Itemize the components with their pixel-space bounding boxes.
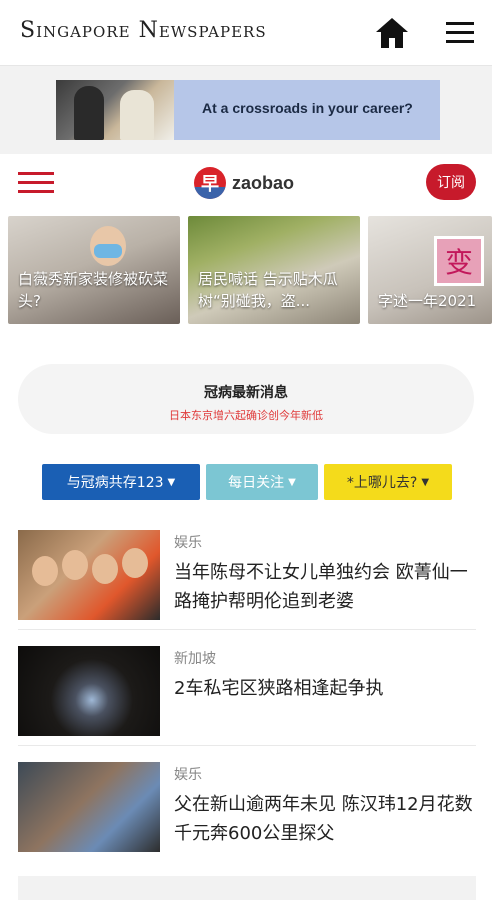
news-headline: 父在新山逾两年未见 陈汉玮12月花数千元奔600公里探父 xyxy=(174,794,473,844)
carousel-card[interactable]: 白薇秀新家装修被砍菜头? xyxy=(8,216,180,324)
top-stories-carousel[interactable]: 白薇秀新家装修被砍菜头? 居民喊话 告示贴木瓜树“别碰我，盗... 变 字述一年… xyxy=(0,212,492,328)
hamburger-menu-icon[interactable] xyxy=(440,18,480,48)
coexist-covid-dropdown-button[interactable]: 与冠病共存123 ▼ xyxy=(42,464,200,500)
zaobao-logo[interactable]: 早 zaobao xyxy=(194,166,294,200)
home-icon[interactable] xyxy=(372,14,412,52)
news-thumbnail xyxy=(18,762,160,852)
caret-down-icon: ▼ xyxy=(421,476,430,488)
news-headline: 2车私宅区狭路相逢起争执 xyxy=(174,678,384,699)
news-item[interactable]: 新加坡 2车私宅区狭路相逢起争执 xyxy=(18,646,476,746)
news-category: 新加坡 xyxy=(174,651,216,667)
ad-text: At a crossroads in your career? xyxy=(202,100,413,116)
caret-down-icon: ▼ xyxy=(288,476,296,488)
covid-subtitle: 日本东京增六起确诊创今年新低 xyxy=(169,409,323,422)
sign-image: 变 xyxy=(434,236,484,286)
news-category: 娱乐 xyxy=(174,535,202,551)
where-to-go-dropdown-button[interactable]: *上哪儿去? ▼ xyxy=(324,464,452,500)
news-item[interactable]: 娱乐 父在新山逾两年未见 陈汉玮12月花数千元奔600公里探父 xyxy=(18,762,476,862)
divider xyxy=(18,745,476,746)
covid-news-box[interactable]: 冠病最新消息 日本东京增六起确诊创今年新低 xyxy=(18,364,474,434)
section-menu-icon[interactable] xyxy=(18,168,54,198)
carousel-caption: 居民喊话 告示贴木瓜树“别碰我，盗... xyxy=(198,270,338,310)
zaobao-header: 早 zaobao 订阅 xyxy=(0,154,492,212)
subscribe-button[interactable]: 订阅 xyxy=(426,164,476,200)
news-category: 娱乐 xyxy=(174,767,202,783)
zaobao-logo-icon: 早 xyxy=(194,167,226,199)
divider xyxy=(18,629,476,630)
bottom-placeholder xyxy=(18,876,476,900)
ad-photo xyxy=(56,80,174,140)
ad-strip: At a crossroads in your career? xyxy=(0,66,492,154)
carousel-caption: 白薇秀新家装修被砍菜头? xyxy=(18,270,169,310)
carousel-card[interactable]: 变 字述一年2021 xyxy=(368,216,492,324)
carousel-card[interactable]: 居民喊话 告示贴木瓜树“别碰我，盗... xyxy=(188,216,360,324)
ad-banner[interactable]: At a crossroads in your career? xyxy=(56,80,440,140)
news-thumbnail xyxy=(18,646,160,736)
news-item[interactable]: 娱乐 当年陈母不让女儿单独约会 欧菁仙一路掩护帮明伦追到老婆 xyxy=(18,530,476,630)
carousel-caption: 字述一年2021 xyxy=(378,292,477,310)
news-headline: 当年陈母不让女儿单独约会 欧菁仙一路掩护帮明伦追到老婆 xyxy=(174,562,468,612)
caret-down-icon: ▼ xyxy=(167,476,176,488)
daily-focus-dropdown-button[interactable]: 每日关注 ▼ xyxy=(206,464,318,500)
app-title: Singapore Newspapers xyxy=(20,18,267,43)
app-bar: Singapore Newspapers xyxy=(0,0,492,66)
zaobao-logo-word: zaobao xyxy=(232,172,295,193)
covid-title: 冠病最新消息 xyxy=(204,385,288,401)
news-thumbnail xyxy=(18,530,160,620)
